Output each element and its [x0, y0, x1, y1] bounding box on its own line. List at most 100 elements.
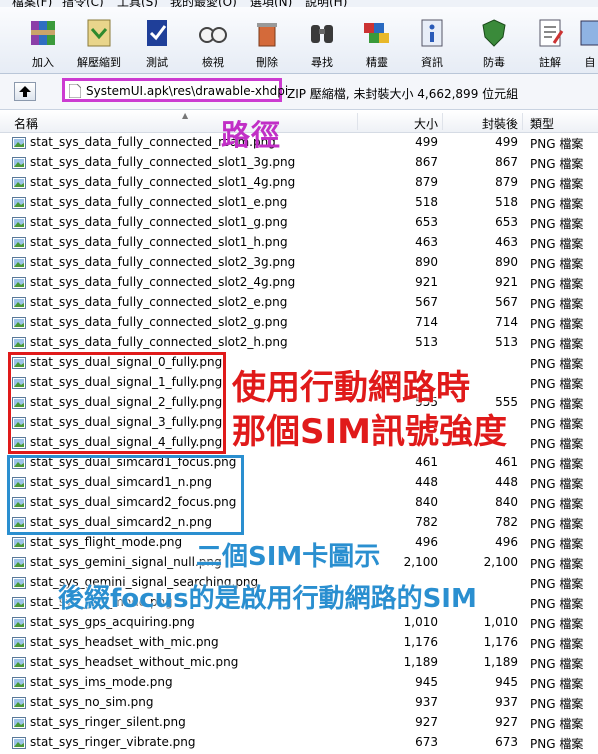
file-row[interactable]: stat_sys_data_fully_connected_slot2_h.pn…	[0, 332, 598, 352]
file-type: PNG 檔案	[530, 657, 584, 671]
wizard-icon	[364, 23, 389, 43]
file-size: 879	[415, 175, 438, 189]
file-type: PNG 檔案	[530, 737, 584, 751]
file-size: 945	[415, 675, 438, 689]
rar-archive-icon	[31, 21, 55, 45]
file-row[interactable]: stat_sys_data_fully_connected_slot1_3g.p…	[0, 152, 598, 172]
file-name: stat_sys_data_fully_connected_slot2_4g.p…	[30, 275, 296, 289]
file-row[interactable]: stat_sys_data_fully_connected_roam.png 49…	[0, 132, 598, 152]
file-size: 463	[415, 235, 438, 249]
png-file-icon	[12, 697, 26, 709]
file-type: PNG 檔案	[530, 717, 584, 731]
file-size: 673	[415, 735, 438, 749]
comment-button[interactable]: 註解	[525, 7, 575, 73]
view-button[interactable]: 檢視	[188, 7, 238, 73]
sfx-icon	[580, 20, 598, 46]
file-row[interactable]: stat_sys_data_fully_connected_slot1_e.pn…	[0, 192, 598, 212]
file-size: 927	[415, 715, 438, 729]
file-row[interactable]: stat_sys_ringer_silent.png 927 927 PNG 檔案	[0, 712, 598, 732]
info-button[interactable]: 資訊	[407, 7, 457, 73]
file-type: PNG 檔案	[530, 377, 584, 391]
sfx-button[interactable]: 自	[575, 7, 598, 73]
file-row[interactable]: stat_sys_ringer_vibrate.png 673 673 PNG 檔案	[0, 732, 598, 752]
file-size: 496	[415, 535, 438, 549]
file-type: PNG 檔案	[530, 517, 584, 531]
png-file-icon	[12, 197, 26, 209]
file-size: 2,100	[403, 555, 438, 569]
add-button[interactable]: 加入	[18, 7, 68, 73]
file-size: 782	[415, 515, 438, 529]
column-type[interactable]: 類型	[530, 115, 554, 132]
column-name[interactable]: 名稱	[14, 115, 38, 132]
annotation-path: 路徑	[221, 118, 282, 152]
png-file-icon	[12, 317, 26, 329]
png-file-icon	[12, 137, 26, 149]
file-type: PNG 檔案	[530, 397, 584, 411]
antivirus-button[interactable]: 防毒	[469, 7, 519, 73]
file-row[interactable]: stat_sys_data_fully_connected_slot1_4g.p…	[0, 172, 598, 192]
file-size: 518	[415, 195, 438, 209]
view-label: 檢視	[202, 56, 224, 69]
file-packed: 567	[495, 295, 518, 309]
file-row[interactable]: stat_sys_no_sim.png 937 937 PNG 檔案	[0, 692, 598, 712]
file-row[interactable]: stat_sys_data_fully_connected_slot1_h.pn…	[0, 232, 598, 252]
file-row[interactable]: stat_sys_data_fully_connected_slot2_3g.p…	[0, 252, 598, 272]
file-row[interactable]: stat_sys_data_fully_connected_slot2_4g.p…	[0, 272, 598, 292]
png-file-icon	[12, 257, 26, 269]
file-name: stat_sys_gps_acquiring.png	[30, 615, 195, 629]
file-type: PNG 檔案	[530, 177, 584, 191]
test-button[interactable]: 測試	[132, 7, 182, 73]
file-type: PNG 檔案	[530, 597, 584, 611]
column-packed[interactable]: 封裝後	[482, 115, 518, 132]
file-packed: 653	[495, 215, 518, 229]
up-arrow-icon	[19, 86, 31, 97]
png-file-icon	[12, 657, 26, 669]
file-name: stat_sys_no_sim.png	[30, 695, 154, 709]
png-file-icon	[12, 577, 26, 589]
file-type: PNG 檔案	[530, 637, 584, 651]
file-size: 714	[415, 315, 438, 329]
annotation-signal-line2: 那個SIM訊號強度	[232, 412, 507, 452]
file-row[interactable]: stat_sys_data_fully_connected_slot2_e.pn…	[0, 292, 598, 312]
wizard-label: 精靈	[366, 56, 388, 69]
png-file-icon	[12, 637, 26, 649]
column-size[interactable]: 大小	[414, 115, 438, 132]
file-packed: 782	[495, 515, 518, 529]
file-size: 1,176	[403, 635, 438, 649]
file-type: PNG 檔案	[530, 617, 584, 631]
file-size: 867	[415, 155, 438, 169]
file-type: PNG 檔案	[530, 217, 584, 231]
wizard-button[interactable]: 精靈	[352, 7, 402, 73]
file-size: 653	[415, 215, 438, 229]
file-packed: 890	[495, 255, 518, 269]
file-packed: 499	[495, 135, 518, 149]
find-button[interactable]: 尋找	[297, 7, 347, 73]
antivirus-label: 防毒	[483, 56, 505, 69]
column-header: 名稱 ▲ 大小 封裝後 類型	[0, 111, 598, 133]
column-separator[interactable]	[522, 113, 523, 130]
column-separator[interactable]	[357, 113, 358, 130]
up-folder-button[interactable]	[14, 82, 36, 101]
file-row[interactable]: stat_sys_data_fully_connected_slot1_g.pn…	[0, 212, 598, 232]
file-packed: 714	[495, 315, 518, 329]
png-file-icon	[12, 677, 26, 689]
png-file-icon	[12, 337, 26, 349]
extract-button[interactable]: 解壓縮到	[74, 7, 124, 73]
file-name: stat_sys_gemini_signal_null.png	[30, 555, 222, 569]
file-type: PNG 檔案	[530, 337, 584, 351]
png-file-icon	[12, 717, 26, 729]
file-row[interactable]: stat_sys_gps_acquiring.png 1,010 1,010 PNG …	[0, 612, 598, 632]
comment-icon	[539, 19, 564, 47]
file-packed: 879	[495, 175, 518, 189]
file-row[interactable]: stat_sys_data_fully_connected_slot2_g.pn…	[0, 312, 598, 332]
test-label: 測試	[146, 56, 168, 69]
file-name: stat_sys_ims_mode.png	[30, 675, 173, 689]
file-packed: 945	[495, 675, 518, 689]
annotation-sim-box	[7, 455, 244, 535]
file-row[interactable]: stat_sys_headset_without_mic.png 1,189 1,1…	[0, 652, 598, 672]
file-row[interactable]: stat_sys_ims_mode.png 945 945 PNG 檔案	[0, 672, 598, 692]
file-row[interactable]: stat_sys_headset_with_mic.png 1,176 1,176 P…	[0, 632, 598, 652]
column-separator[interactable]	[442, 113, 443, 130]
path-box[interactable]: SystemUI.apk\res\drawable-xhdpi	[62, 78, 288, 102]
delete-button[interactable]: 刪除	[242, 7, 292, 73]
